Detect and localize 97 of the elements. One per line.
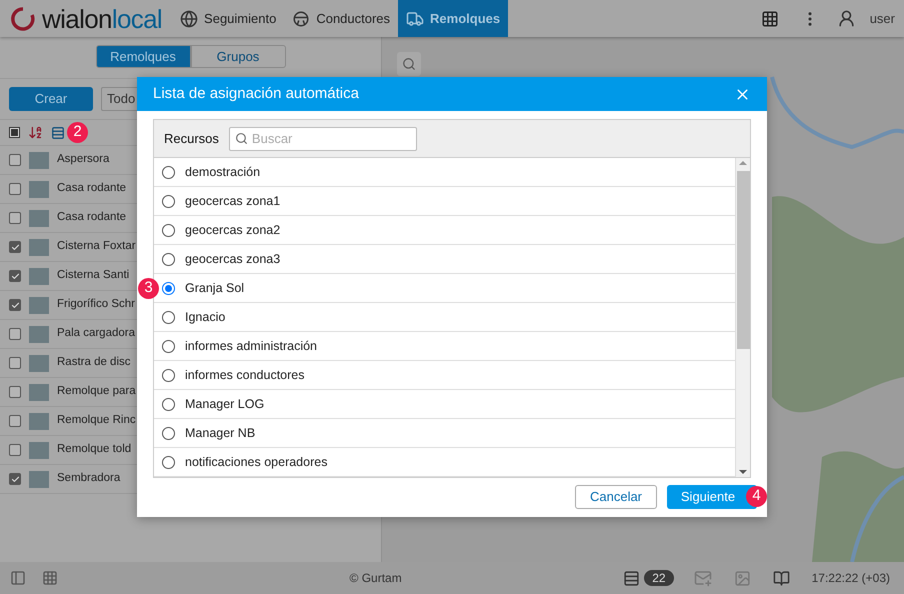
trailer-photo-placeholder: [29, 268, 49, 284]
row-checkbox[interactable]: [9, 386, 21, 398]
radio-button[interactable]: [162, 282, 175, 294]
resource-name[interactable]: geocercas zona2: [185, 220, 280, 240]
row-checkbox[interactable]: [9, 270, 21, 282]
check-icon: [10, 272, 20, 280]
resource-name[interactable]: notificaciones operadores: [185, 452, 328, 472]
user-icon[interactable]: [836, 9, 856, 28]
check-icon: [10, 242, 20, 252]
cancel-button[interactable]: Cancelar: [575, 485, 657, 510]
trailer-name[interactable]: Remolque told: [57, 441, 132, 459]
resource-name[interactable]: Manager NB: [185, 424, 256, 442]
search-field[interactable]: Buscar: [228, 126, 417, 150]
group-icon[interactable]: [51, 126, 65, 140]
nav-tab[interactable]: Conductores: [284, 0, 398, 37]
trailer-photo-placeholder: [29, 296, 49, 314]
row-checkbox[interactable]: [9, 357, 21, 369]
copyright-text: © Gurtam: [350, 570, 402, 587]
radio-button[interactable]: [162, 252, 175, 266]
truck-icon: [406, 10, 424, 28]
trailer-photo-placeholder: [29, 442, 49, 458]
row-checkbox[interactable]: [9, 154, 21, 166]
row-checkbox[interactable]: [9, 415, 21, 427]
radio-button[interactable]: [162, 310, 175, 324]
row-checkbox[interactable]: [9, 183, 21, 195]
trailer-name[interactable]: Cisterna Foxtar: [57, 238, 136, 256]
trailer-photo-placeholder: [29, 384, 49, 400]
row-checkbox[interactable]: [9, 212, 21, 224]
radio-button[interactable]: [162, 340, 175, 352]
apps-grid-icon[interactable]: [760, 10, 779, 28]
resources-label: Recursos: [164, 130, 219, 148]
trailer-name[interactable]: Aspersora: [57, 151, 110, 169]
resource-name[interactable]: informes conductores: [185, 366, 305, 384]
nav-tab[interactable]: Remolques: [398, 0, 508, 37]
row-checkbox[interactable]: [9, 328, 21, 340]
trailer-name[interactable]: Frigorífico Schr: [57, 296, 135, 314]
nav-tab[interactable]: Seguimiento: [172, 0, 284, 37]
trailer-name[interactable]: Rastra de disc: [57, 354, 131, 372]
trailer-photo-placeholder: [29, 180, 49, 198]
trailer-photo-placeholder: [29, 354, 49, 372]
trailer-photo-placeholder: [29, 326, 49, 342]
notification-count: 22: [644, 570, 674, 586]
panel-tab[interactable]: Grupos: [190, 45, 286, 68]
resource-name[interactable]: demostración: [185, 162, 260, 182]
radio-button[interactable]: [162, 456, 175, 468]
search-icon: [402, 57, 416, 71]
trailer-photo-placeholder: [29, 210, 49, 226]
trailer-photo-placeholder: [29, 238, 49, 256]
search-icon: [234, 132, 248, 144]
resource-name[interactable]: geocercas zona3: [185, 250, 280, 268]
resource-name[interactable]: Ignacio: [185, 308, 226, 326]
trailer-name[interactable]: Remolque para: [57, 383, 136, 401]
trailer-name[interactable]: Cisterna Santi: [57, 267, 130, 285]
sort-icon[interactable]: [28, 125, 43, 140]
resource-name[interactable]: geocercas zona1: [185, 192, 280, 210]
ring-logo-icon: [10, 6, 36, 32]
user-name[interactable]: user: [870, 8, 895, 28]
row-checkbox[interactable]: [9, 444, 21, 456]
radio-button[interactable]: [162, 398, 175, 410]
radio-button[interactable]: [162, 368, 175, 382]
steering-wheel-icon: [292, 10, 310, 28]
resource-name[interactable]: Granja Sol: [185, 278, 244, 298]
select-all-checkbox[interactable]: [9, 127, 20, 138]
trailer-name[interactable]: Casa rodante: [57, 209, 126, 227]
create-button[interactable]: Crear: [9, 87, 93, 111]
trailer-name[interactable]: Remolque Rinc: [57, 412, 136, 430]
globe-icon: [180, 10, 198, 28]
trailer-name[interactable]: Sembradora: [57, 470, 120, 488]
clock-text: 17:22:22 (+03): [812, 570, 890, 587]
radio-button[interactable]: [162, 194, 175, 208]
step-badge: 3: [138, 278, 159, 299]
step-badge: 2: [67, 122, 88, 143]
dialog-title: Lista de asignación automática: [153, 84, 360, 104]
scrollbar[interactable]: [735, 158, 750, 477]
grid-icon[interactable]: [42, 570, 58, 586]
panel-toggle-icon[interactable]: [10, 570, 26, 586]
notifications-icon[interactable]: [623, 570, 640, 586]
trailer-name[interactable]: Casa rodante: [57, 180, 126, 198]
logo-text: wialonlocal: [42, 6, 162, 32]
radio-button[interactable]: [162, 166, 175, 178]
trailer-photo-placeholder: [29, 412, 49, 430]
row-checkbox[interactable]: [9, 473, 21, 485]
trailer-name[interactable]: Pala cargadora: [57, 325, 135, 343]
book-icon[interactable]: [772, 570, 790, 586]
step-badge: 4: [746, 486, 767, 507]
trailer-photo-placeholder: [29, 152, 49, 168]
row-checkbox[interactable]: [9, 299, 21, 311]
map-search-button[interactable]: [397, 52, 421, 76]
trailer-photo-placeholder: [29, 470, 49, 488]
resource-name[interactable]: informes administración: [185, 336, 317, 356]
radio-button[interactable]: [162, 224, 175, 236]
check-icon: [10, 474, 20, 484]
panel-tab[interactable]: Remolques: [96, 45, 190, 68]
resource-name[interactable]: Manager LOG: [185, 394, 264, 414]
radio-button[interactable]: [162, 426, 175, 440]
row-checkbox[interactable]: [9, 241, 21, 253]
check-icon: [10, 300, 20, 310]
